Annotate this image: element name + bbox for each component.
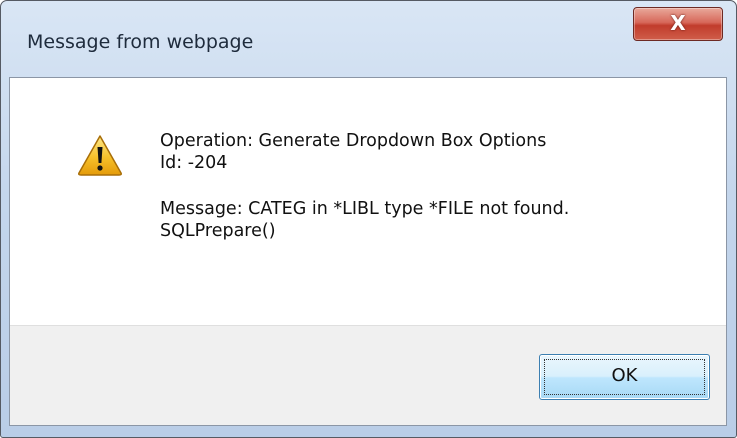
button-bar: OK xyxy=(10,325,726,425)
error-message-line: Message: CATEG in *LIBL type *FILE not f… xyxy=(160,199,570,219)
dialog-client-area: Operation: Generate Dropdown Box Options… xyxy=(9,77,727,426)
message-area: Operation: Generate Dropdown Box Options… xyxy=(10,78,726,325)
close-button[interactable]: X xyxy=(633,7,723,41)
window-title: Message from webpage xyxy=(27,31,254,53)
warning-icon xyxy=(78,135,122,176)
message-text: Operation: Generate Dropdown Box Options… xyxy=(160,130,715,242)
operation-line: Operation: Generate Dropdown Box Options xyxy=(160,131,547,151)
dialog-window: Message from webpage X Operation: Genera… xyxy=(0,0,737,438)
ok-button[interactable]: OK xyxy=(539,354,710,400)
sql-call-line: SQLPrepare() xyxy=(160,221,276,241)
close-icon: X xyxy=(670,11,686,35)
ok-button-label: OK xyxy=(611,365,638,386)
title-bar[interactable]: Message from webpage X xyxy=(1,1,736,53)
id-line: Id: -204 xyxy=(160,153,228,173)
